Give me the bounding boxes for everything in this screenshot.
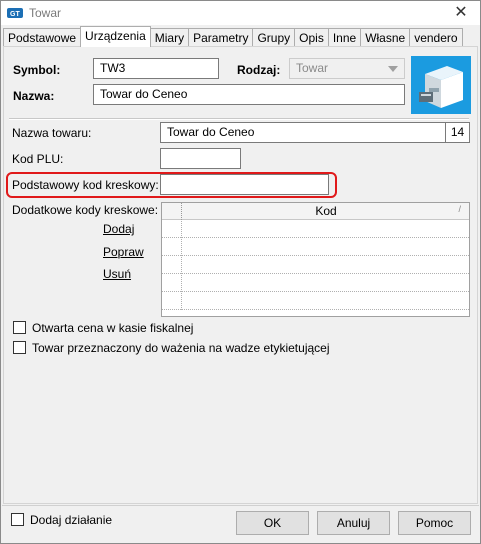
anuluj-button[interactable]: Anuluj (317, 511, 390, 535)
symbol-input[interactable]: TW3 (93, 58, 219, 79)
tab-urzadzenia[interactable]: Urządzenia (80, 26, 151, 47)
row-indicator (162, 221, 182, 238)
row-indicator (162, 257, 182, 274)
table-row[interactable] (162, 275, 469, 292)
table-row[interactable] (162, 257, 469, 274)
barcode-grid[interactable]: Kod / (161, 202, 470, 317)
table-row[interactable] (162, 239, 469, 256)
app-logo-icon: GT (7, 8, 23, 18)
dodaj-dzialanie-checkbox[interactable] (11, 513, 24, 526)
dodaj-dzialanie-label: Dodaj działanie (30, 513, 113, 527)
tab-parametry[interactable]: Parametry (188, 28, 254, 47)
table-row[interactable] (162, 293, 469, 310)
grid-header-indicator (162, 203, 182, 220)
symbol-label: Symbol: (13, 63, 61, 77)
nazwa-towaru-input[interactable]: Towar do Ceneo (160, 122, 446, 143)
wazenie-checkbox[interactable] (13, 341, 26, 354)
tab-inne[interactable]: Inne (327, 28, 362, 47)
window-title: Towar (29, 6, 62, 20)
tab-podstawowe[interactable]: Podstawowe (3, 28, 82, 47)
tab-opis[interactable]: Opis (294, 28, 329, 47)
podstawowy-kod-input[interactable] (160, 174, 329, 195)
title-bar: GT Towar ✕ (1, 1, 480, 25)
tab-vendero[interactable]: vendero (409, 28, 463, 47)
row-indicator (162, 239, 182, 256)
wazenie-label: Towar przeznaczony do ważenia na wadze e… (32, 341, 330, 355)
tab-wlasne[interactable]: Własne (360, 28, 411, 47)
podstawowy-kod-label: Podstawowy kod kreskowy: (12, 178, 159, 192)
grid-header: Kod / (162, 203, 469, 220)
rodzaj-select[interactable]: Towar (289, 58, 405, 79)
tab-strip: Podstawowe Urządzenia Miary Parametry Gr… (3, 26, 463, 47)
kod-plu-input[interactable] (160, 148, 241, 169)
chevron-down-icon (388, 66, 398, 72)
dodatkowe-kody-label: Dodatkowe kody kreskowe: (12, 203, 159, 217)
nazwa-input[interactable]: Towar do Ceneo (93, 84, 405, 105)
tab-grupy[interactable]: Grupy (252, 28, 296, 47)
nazwa-towaru-label: Nazwa towaru: (12, 126, 92, 140)
popraw-link[interactable]: Popraw (103, 245, 144, 259)
grid-column-kod[interactable]: Kod (183, 204, 469, 220)
footer-separator (2, 505, 479, 506)
rodzaj-value: Towar (296, 61, 329, 75)
row-indicator (162, 293, 182, 310)
pomoc-button[interactable]: Pomoc (398, 511, 471, 535)
header-separator (9, 118, 469, 120)
usun-link[interactable]: Usuń (103, 267, 131, 281)
tab-miary[interactable]: Miary (149, 28, 190, 47)
close-button[interactable]: ✕ (448, 3, 474, 23)
product-box-icon (411, 56, 471, 114)
dodaj-link[interactable]: Dodaj (103, 222, 134, 236)
rodzaj-label: Rodzaj: (237, 63, 281, 77)
nazwa-label: Nazwa: (13, 89, 55, 103)
ok-button[interactable]: OK (236, 511, 309, 535)
otwarta-cena-label: Otwarta cena w kasie fiskalnej (32, 321, 194, 335)
row-indicator (162, 275, 182, 292)
column-resize-icon: / (458, 204, 461, 214)
nazwa-towaru-char-count: 14 (445, 122, 470, 143)
svg-text:GT: GT (10, 11, 20, 18)
kod-plu-label: Kod PLU: (12, 152, 64, 166)
otwarta-cena-checkbox[interactable] (13, 321, 26, 334)
towar-window: GT Towar ✕ Podstawowe Urządzenia Miary P… (0, 0, 481, 544)
table-row[interactable] (162, 221, 469, 238)
